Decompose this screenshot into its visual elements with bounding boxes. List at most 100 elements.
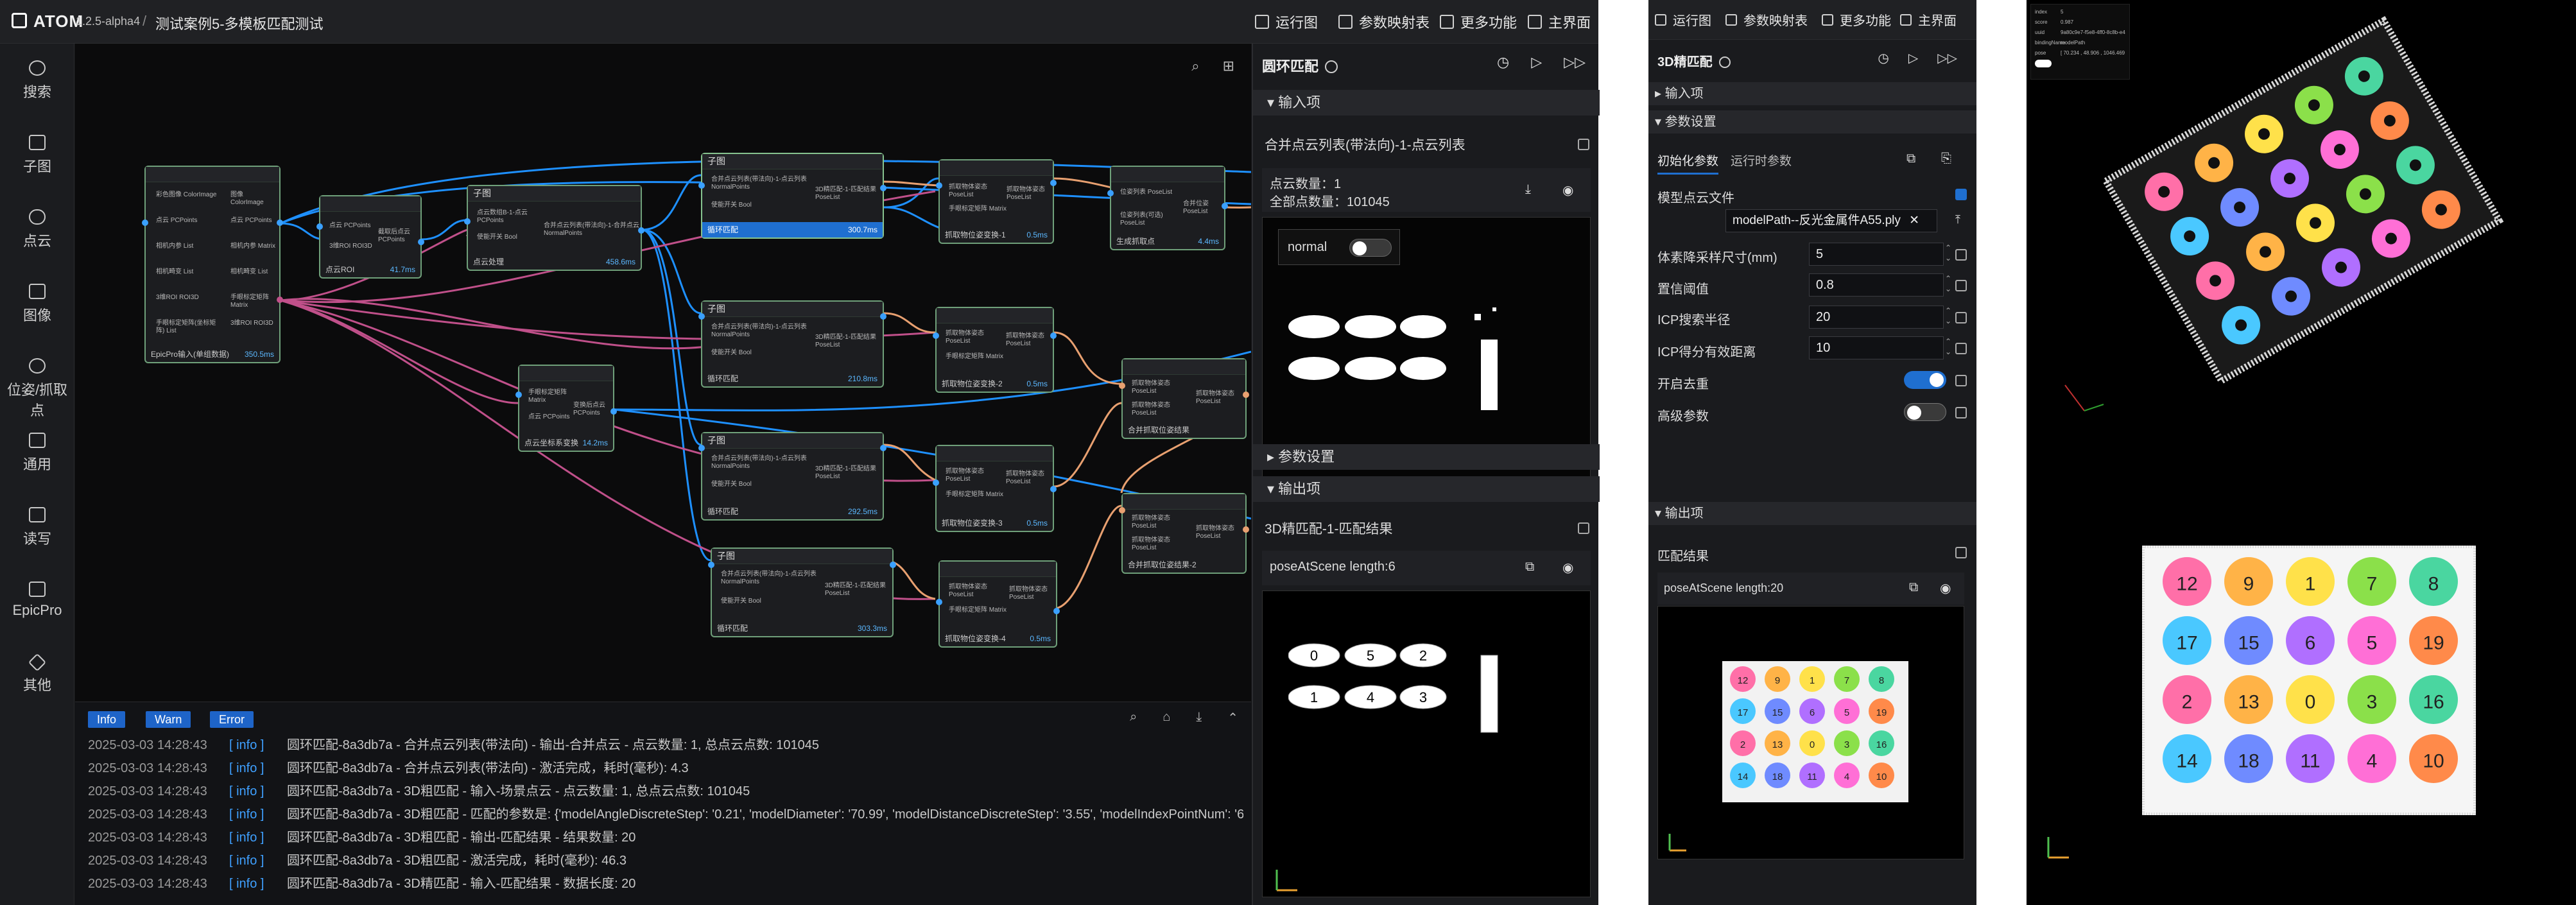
port-dot[interactable]: [1243, 392, 1249, 398]
param-checkbox[interactable]: [1955, 343, 1967, 354]
node-merge-grab-result[interactable]: 抓取物体姿态 PoseList 抓取物体姿态 PoseList 抓取物体姿态 P…: [1119, 358, 1249, 439]
menu-run-graph[interactable]: 运行图: [1655, 10, 1711, 29]
normal-toggle[interactable]: [1349, 239, 1392, 257]
model-file-checkbox[interactable]: [1955, 189, 1967, 200]
model-file-chip[interactable]: modelPath--反光金属件A55.ply ✕: [1725, 209, 1937, 232]
node-grab-transform-2[interactable]: 抓取物体姿态 PoseList 手眼标定矩阵 Matrix 抓取物体姿态 Pos…: [933, 307, 1057, 393]
menu-more[interactable]: 更多功能: [1440, 12, 1517, 32]
dedup-toggle[interactable]: [1904, 371, 1946, 389]
port-dot[interactable]: [936, 599, 942, 605]
node-point-roi[interactable]: 点云 PCPoints 3维ROI ROI3D 截取后点云 PCPoints 点…: [316, 195, 424, 279]
run-all-icon[interactable]: ▷▷: [1564, 54, 1586, 71]
port-dot[interactable]: [1050, 180, 1057, 186]
port-dot[interactable]: [708, 562, 714, 568]
param-checkbox[interactable]: [1955, 280, 1967, 291]
section-params-header[interactable]: ▾ 参数设置: [1648, 110, 1976, 134]
advanced-toggle[interactable]: [1904, 403, 1946, 421]
port-dot[interactable]: [698, 313, 705, 320]
tab-init-params[interactable]: 初始化参数: [1657, 151, 1719, 175]
node-cloud-transform[interactable]: 手眼标定矩阵 Matrix 点云 PCPoints 变换后点云 PCPoints…: [515, 365, 617, 452]
port-dot[interactable]: [1050, 486, 1057, 492]
log-filter-info[interactable]: Info: [88, 711, 126, 728]
sidebar-item-epicpro[interactable]: EpicPro: [0, 582, 74, 619]
eye-icon[interactable]: ◉: [1562, 560, 1573, 576]
download-icon[interactable]: ⤓: [1525, 182, 1531, 197]
remove-icon[interactable]: ✕: [1909, 214, 1919, 227]
param-confidence-input[interactable]: 0.8: [1809, 273, 1944, 297]
node-subgraph-cloud-process[interactable]: 子图 点云数组B-1-点云 PCPoints 使能开关 Bool 合并点云列表(…: [464, 185, 644, 271]
node-merge-grab-result-2[interactable]: 抓取物体姿态 PoseList 抓取物体姿态 PoseList 抓取物体姿态 P…: [1119, 493, 1249, 574]
port-dot[interactable]: [1222, 203, 1228, 209]
port-dot[interactable]: [698, 445, 705, 451]
port-dot[interactable]: [698, 182, 705, 189]
port-dot[interactable]: [277, 220, 283, 226]
port-dot[interactable]: [1243, 526, 1249, 533]
stepper-icon[interactable]: ⌃ ⌄: [1945, 243, 1951, 263]
node-loop-match-3[interactable]: 子图 合并点云列表(带法向)-1-点云列表 NormalPoints 使能开关 …: [698, 432, 886, 521]
copy-icon[interactable]: ⧉: [1909, 580, 1918, 595]
sidebar-item-general[interactable]: 通用: [0, 433, 74, 474]
log-search-icon[interactable]: ⌕: [1130, 710, 1137, 726]
node-loop-match-1[interactable]: 子图 合并点云列表(带法向)-1-点云列表 NormalPoints 使能开关 …: [698, 153, 886, 239]
help-icon[interactable]: [1325, 60, 1338, 73]
stepper-icon[interactable]: ⌃ ⌄: [1945, 273, 1951, 294]
copy-icon[interactable]: ⧉: [1906, 151, 1915, 166]
eye-icon[interactable]: ◉: [1940, 580, 1951, 596]
run-icon[interactable]: ▷: [1908, 50, 1918, 66]
menu-param-map[interactable]: 参数映射表: [1725, 10, 1808, 29]
port-dot[interactable]: [936, 182, 942, 189]
port-dot[interactable]: [1053, 608, 1060, 614]
section-output-header[interactable]: ▾ 输出项: [1253, 476, 1600, 502]
sidebar-item-cloud[interactable]: 点云: [0, 209, 74, 250]
port-dot[interactable]: [1050, 332, 1057, 339]
port-dot[interactable]: [610, 408, 617, 415]
param-checkbox[interactable]: [1955, 312, 1967, 323]
port-dot[interactable]: [890, 562, 896, 568]
section-input-header[interactable]: ▾ 输入项: [1253, 90, 1600, 116]
graph-canvas[interactable]: ⌕ ⊞ 彩色图像 ColorImage 点云 PCPoints 相机内参 Lis…: [75, 44, 1251, 702]
upload-icon[interactable]: ⤒: [1955, 213, 1960, 227]
param-icp-radius-input[interactable]: 20: [1809, 306, 1944, 329]
paste-icon[interactable]: ⎘: [1941, 151, 1951, 166]
param-checkbox[interactable]: [1955, 249, 1967, 261]
log-download-icon[interactable]: ⤓: [1196, 710, 1202, 726]
log-filter-error[interactable]: Error: [210, 711, 254, 728]
node-epicpro-input[interactable]: 彩色图像 ColorImage 点云 PCPoints 相机内参 List 相机…: [142, 166, 283, 363]
port-dot[interactable]: [880, 445, 886, 451]
section-output-header[interactable]: ▾ 输出项: [1648, 502, 1976, 525]
sidebar-item-image[interactable]: 图像: [0, 284, 74, 325]
node-grab-transform-3[interactable]: 抓取物体姿态 PoseList 手眼标定矩阵 Matrix 抓取物体姿态 Pos…: [933, 445, 1057, 532]
menu-home[interactable]: 主界面: [1900, 10, 1957, 29]
output-item-checkbox[interactable]: [1578, 522, 1589, 534]
log-filter-warn[interactable]: Warn: [146, 711, 191, 728]
tab-runtime-params[interactable]: 运行时参数: [1731, 151, 1792, 169]
run-all-icon[interactable]: ▷▷: [1937, 50, 1957, 66]
sidebar-item-readwrite[interactable]: 读写: [0, 507, 74, 548]
sidebar-item-pose[interactable]: 位姿/抓取点: [0, 358, 74, 420]
log-collapse-icon[interactable]: ⌃: [1227, 710, 1238, 726]
stepper-icon[interactable]: ⌃ ⌄: [1945, 336, 1951, 357]
history-icon[interactable]: ◷: [1878, 50, 1889, 66]
help-icon[interactable]: [1719, 56, 1731, 68]
node-grab-transform-4[interactable]: 抓取物体姿态 PoseList 手眼标定矩阵 Matrix 抓取物体姿态 Pos…: [936, 560, 1060, 648]
run-icon[interactable]: ▷: [1531, 54, 1542, 71]
node-loop-match-4[interactable]: 子图 合并点云列表(带法向)-1-点云列表 NormalPoints 使能开关 …: [708, 547, 896, 637]
port-dot[interactable]: [933, 332, 939, 339]
dedup-checkbox[interactable]: [1955, 375, 1967, 386]
param-voxel-input[interactable]: 5: [1809, 243, 1944, 266]
node-grab-transform-1[interactable]: 抓取物体姿态 PoseList 手眼标定矩阵 Matrix 抓取物体姿态 Pos…: [936, 159, 1057, 244]
copy-icon[interactable]: ⧉: [1525, 560, 1534, 574]
port-dot[interactable]: [316, 223, 323, 230]
port-dot[interactable]: [880, 313, 886, 320]
port-dot[interactable]: [464, 218, 471, 225]
section-input-header[interactable]: ▸ 输入项: [1648, 82, 1976, 105]
port-dot[interactable]: [1107, 190, 1114, 196]
section-params-header[interactable]: ▸ 参数设置: [1253, 444, 1600, 470]
history-icon[interactable]: ◷: [1497, 54, 1509, 71]
port-dot[interactable]: [880, 185, 886, 191]
log-clear-icon[interactable]: ⌂: [1163, 710, 1170, 726]
sidebar-item-subgraph[interactable]: 子图: [0, 135, 74, 176]
port-dot[interactable]: [418, 239, 424, 245]
eye-icon[interactable]: ◉: [1562, 182, 1573, 198]
sidebar-item-search[interactable]: 搜索: [0, 60, 74, 101]
